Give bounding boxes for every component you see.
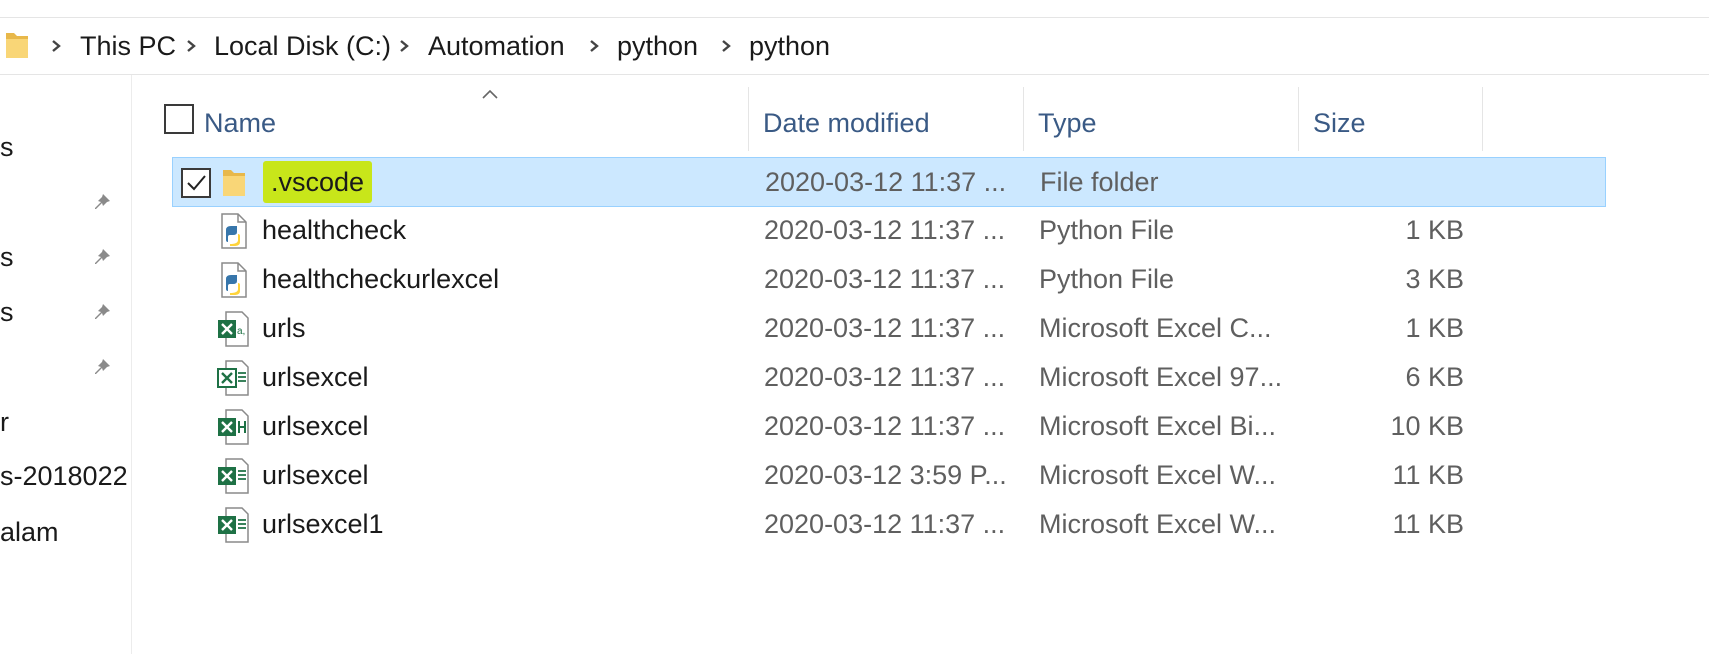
- nav-item[interactable]: r: [0, 405, 9, 439]
- column-divider[interactable]: [748, 87, 749, 151]
- checkmark-icon: [187, 175, 206, 191]
- chevron-right-icon[interactable]: [399, 40, 409, 52]
- file-date: 2020-03-12 11:37 ...: [764, 362, 1006, 392]
- column-header-name[interactable]: Name: [204, 106, 276, 140]
- file-type: Python File: [1039, 264, 1175, 294]
- sort-ascending-icon: [482, 89, 498, 99]
- file-type: Microsoft Excel W...: [1039, 509, 1277, 539]
- file-row[interactable]: urlsexcel 2020-03-12 11:37 ... Microsoft…: [172, 353, 1606, 403]
- file-type: Microsoft Excel W...: [1039, 460, 1277, 490]
- pin-icon[interactable]: [92, 299, 116, 323]
- file-date: 2020-03-12 11:37 ...: [765, 167, 1007, 197]
- file-name[interactable]: healthcheck: [262, 213, 406, 247]
- chevron-right-icon[interactable]: [721, 40, 731, 52]
- column-header-date-modified[interactable]: Date modified: [763, 106, 930, 140]
- excel-workbook-icon: [218, 458, 249, 494]
- file-type: Microsoft Excel C...: [1039, 313, 1272, 343]
- file-name[interactable]: healthcheckurlexcel: [262, 262, 499, 296]
- file-date: 2020-03-12 11:37 ...: [764, 411, 1006, 441]
- file-name[interactable]: urlsexcel: [262, 409, 369, 443]
- folder-icon: [223, 170, 245, 196]
- file-row[interactable]: urlsexcel 2020-03-12 3:59 P... Microsoft…: [172, 451, 1606, 501]
- excel-workbook-icon: [218, 507, 249, 543]
- file-name[interactable]: urlsexcel: [262, 458, 369, 492]
- python-file-icon: [221, 213, 247, 249]
- row-checkbox[interactable]: [181, 168, 211, 198]
- file-type: Microsoft Excel 97...: [1039, 362, 1283, 392]
- file-size: 11 KB: [1392, 509, 1464, 539]
- breadcrumb-python-current[interactable]: python: [749, 29, 830, 63]
- chevron-right-icon[interactable]: [51, 40, 61, 52]
- highlight-mark: .vscode: [263, 161, 373, 203]
- select-all-checkbox[interactable]: [164, 104, 194, 134]
- file-size: 1 KB: [1405, 313, 1464, 343]
- chevron-right-icon[interactable]: [589, 40, 599, 52]
- file-size: 3 KB: [1405, 264, 1464, 294]
- svg-text:a,: a,: [237, 326, 245, 337]
- file-row[interactable]: urlsexcel1 2020-03-12 11:37 ... Microsof…: [172, 500, 1606, 550]
- breadcrumb-python[interactable]: python: [617, 29, 698, 63]
- file-name[interactable]: urlsexcel1: [262, 507, 384, 541]
- file-row[interactable]: .vscode 2020-03-12 11:37 ... File folder: [172, 157, 1606, 207]
- nav-item[interactable]: s: [0, 240, 14, 274]
- file-name[interactable]: urlsexcel: [262, 360, 369, 394]
- folder-icon: [6, 33, 28, 58]
- address-bar[interactable]: This PC Local Disk (C:) Automation pytho…: [0, 18, 1709, 75]
- excel-binary-icon: [218, 409, 249, 445]
- breadcrumb-local-disk[interactable]: Local Disk (C:): [214, 29, 391, 63]
- file-size: 1 KB: [1405, 215, 1464, 245]
- file-name[interactable]: .vscode: [263, 161, 373, 203]
- file-row[interactable]: healthcheckurlexcel 2020-03-12 11:37 ...…: [172, 255, 1606, 305]
- chevron-right-icon[interactable]: [186, 40, 196, 52]
- file-name[interactable]: urls: [262, 311, 306, 345]
- column-divider[interactable]: [1023, 87, 1024, 151]
- file-date: 2020-03-12 11:37 ...: [764, 264, 1006, 294]
- file-row[interactable]: a, urls 2020-03-12 11:37 ... Microsoft E…: [172, 304, 1606, 354]
- nav-item[interactable]: alam: [0, 515, 59, 549]
- file-type: Microsoft Excel Bi...: [1039, 411, 1277, 441]
- file-size: 6 KB: [1405, 362, 1464, 392]
- pin-icon[interactable]: [92, 244, 116, 268]
- file-row[interactable]: healthcheck 2020-03-12 11:37 ... Python …: [172, 206, 1606, 256]
- file-size: 11 KB: [1392, 460, 1464, 490]
- pin-icon[interactable]: [92, 354, 116, 378]
- column-header-size[interactable]: Size: [1313, 106, 1366, 140]
- file-type: File folder: [1040, 167, 1159, 197]
- file-date: 2020-03-12 11:37 ...: [764, 313, 1006, 343]
- file-date: 2020-03-12 11:37 ...: [764, 509, 1006, 539]
- pin-icon[interactable]: [92, 189, 116, 213]
- breadcrumb-automation[interactable]: Automation: [428, 29, 565, 63]
- excel-csv-icon: a,: [218, 311, 249, 347]
- nav-item[interactable]: s: [0, 295, 14, 329]
- column-header-row: Name Date modified Type Size: [132, 75, 1709, 161]
- file-type: Python File: [1039, 215, 1175, 245]
- column-divider[interactable]: [1298, 87, 1299, 151]
- file-size: 10 KB: [1390, 411, 1464, 441]
- nav-item[interactable]: s-2018022: [0, 459, 128, 493]
- file-row[interactable]: urlsexcel 2020-03-12 11:37 ... Microsoft…: [172, 402, 1606, 452]
- excel-97-icon: [217, 360, 249, 396]
- python-file-icon: [221, 262, 247, 298]
- column-divider[interactable]: [1482, 87, 1483, 151]
- breadcrumb-this-pc[interactable]: This PC: [80, 29, 176, 63]
- file-date: 2020-03-12 3:59 P...: [764, 460, 1007, 490]
- file-date: 2020-03-12 11:37 ...: [764, 215, 1006, 245]
- column-header-type[interactable]: Type: [1038, 106, 1097, 140]
- file-list: Name Date modified Type Size .vscode 202…: [132, 75, 1709, 654]
- title-strip: [0, 0, 1709, 18]
- nav-item[interactable]: s: [0, 130, 14, 164]
- navigation-pane: s s s r s-2018022 alam: [0, 75, 132, 654]
